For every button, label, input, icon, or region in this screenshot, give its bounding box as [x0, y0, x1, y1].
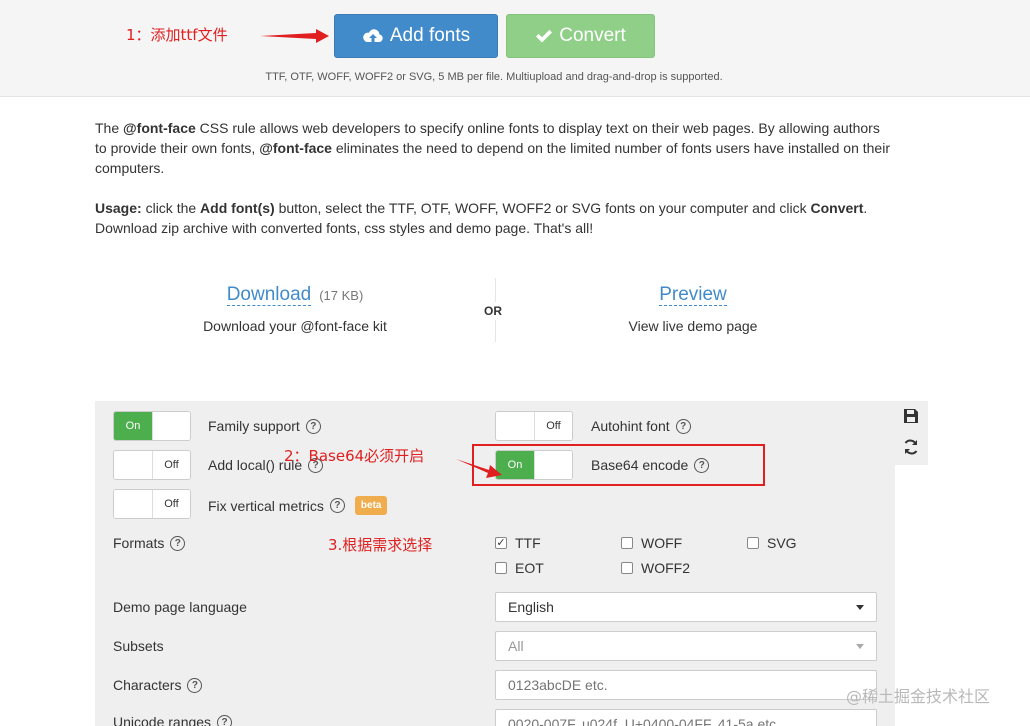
- help-icon[interactable]: ?: [329, 498, 345, 513]
- help-icon[interactable]: ?: [217, 714, 233, 726]
- annotation-step3: 3.根据需求选择: [328, 536, 433, 554]
- unicode-ranges-label: Unicode ranges?: [113, 714, 233, 726]
- checkbox-unchecked: [495, 562, 507, 574]
- format-woff-checkbox[interactable]: WOFF: [621, 535, 682, 551]
- refresh-icon[interactable]: [901, 437, 921, 457]
- intro-paragraph: The @font-face CSS rule allows web devel…: [95, 120, 890, 176]
- download-subtitle: Download your @font-face kit: [203, 318, 387, 334]
- toggle-knob: [114, 451, 152, 479]
- autohint-label: Autohint font?: [591, 418, 691, 434]
- characters-label: Characters?: [113, 677, 203, 693]
- preview-section: Preview View live demo page: [595, 284, 791, 334]
- add-local-toggle[interactable]: Off: [113, 450, 191, 480]
- cloud-upload-icon: [362, 27, 384, 45]
- convert-button[interactable]: Convert: [506, 14, 655, 58]
- help-icon[interactable]: ?: [187, 677, 203, 693]
- add-fonts-label: Add fonts: [389, 25, 471, 46]
- fix-vertical-toggle[interactable]: Off: [113, 489, 191, 519]
- checkbox-unchecked: [747, 537, 759, 549]
- upload-toolbar: Add fonts Convert TTF, OTF, WOFF, WOFF2 …: [0, 0, 1030, 97]
- usage-paragraph: Usage: click the Add font(s) button, sel…: [95, 200, 868, 236]
- intro-text: The @font-face CSS rule allows web devel…: [95, 118, 895, 258]
- annotation-step2: 2：Base64必须开启: [284, 447, 425, 465]
- demo-language-label: Demo page language: [113, 599, 247, 615]
- demo-language-select[interactable]: English: [495, 592, 877, 622]
- toggle-off-state: Off: [152, 451, 190, 479]
- side-tools: [895, 401, 928, 465]
- subsets-label: Subsets: [113, 638, 164, 654]
- or-label: OR: [484, 302, 502, 320]
- download-section: Download (17 KB) Download your @font-face…: [185, 284, 405, 334]
- formats-label: Formats?: [113, 535, 186, 551]
- help-icon[interactable]: ?: [675, 418, 691, 434]
- caret-down-icon: [856, 605, 864, 610]
- checkbox-unchecked: [621, 562, 633, 574]
- help-icon[interactable]: ?: [305, 418, 321, 434]
- autohint-toggle[interactable]: Off: [495, 411, 573, 441]
- format-svg-checkbox[interactable]: SVG: [747, 535, 797, 551]
- subsets-select[interactable]: All: [495, 631, 877, 661]
- toggle-off-state: Off: [534, 412, 572, 440]
- unicode-ranges-input[interactable]: [495, 709, 877, 726]
- format-ttf-checkbox[interactable]: ✓ TTF: [495, 535, 541, 551]
- toggle-off-state: Off: [152, 490, 190, 518]
- family-support-toggle[interactable]: On: [113, 411, 191, 441]
- upload-note: TTF, OTF, WOFF, WOFF2 or SVG, 5 MB per f…: [265, 71, 723, 83]
- help-icon[interactable]: ?: [170, 535, 186, 551]
- save-icon[interactable]: [901, 406, 921, 426]
- checkmark-icon: [535, 28, 553, 44]
- caret-down-icon: [856, 644, 864, 649]
- convert-label: Convert: [559, 25, 626, 46]
- annotation-arrow-icon: [260, 29, 329, 43]
- annotation-arrow-icon: [456, 459, 502, 478]
- toggle-knob: [114, 490, 152, 518]
- toggle-on-state: On: [114, 412, 152, 440]
- add-fonts-button[interactable]: Add fonts: [334, 14, 498, 58]
- format-woff2-checkbox[interactable]: WOFF2: [621, 560, 690, 576]
- annotation-step1: 1：添加ttf文件: [126, 26, 228, 44]
- characters-input[interactable]: [495, 670, 877, 700]
- toggle-knob: [152, 412, 190, 440]
- watermark: @稀土掘金技术社区: [846, 687, 991, 706]
- fix-vertical-label: Fix vertical metrics? beta: [208, 496, 388, 515]
- download-link[interactable]: Download: [226, 284, 312, 306]
- checkbox-checked: ✓: [495, 536, 507, 549]
- preview-subtitle: View live demo page: [628, 318, 758, 334]
- annotation-highlight-box: [472, 444, 765, 486]
- download-size: (17 KB): [319, 288, 364, 303]
- family-support-label: Family support?: [208, 418, 321, 434]
- checkbox-unchecked: [621, 537, 633, 549]
- beta-badge: beta: [354, 496, 388, 515]
- toggle-knob: [496, 412, 534, 440]
- preview-link[interactable]: Preview: [659, 284, 727, 306]
- format-eot-checkbox[interactable]: EOT: [495, 560, 544, 576]
